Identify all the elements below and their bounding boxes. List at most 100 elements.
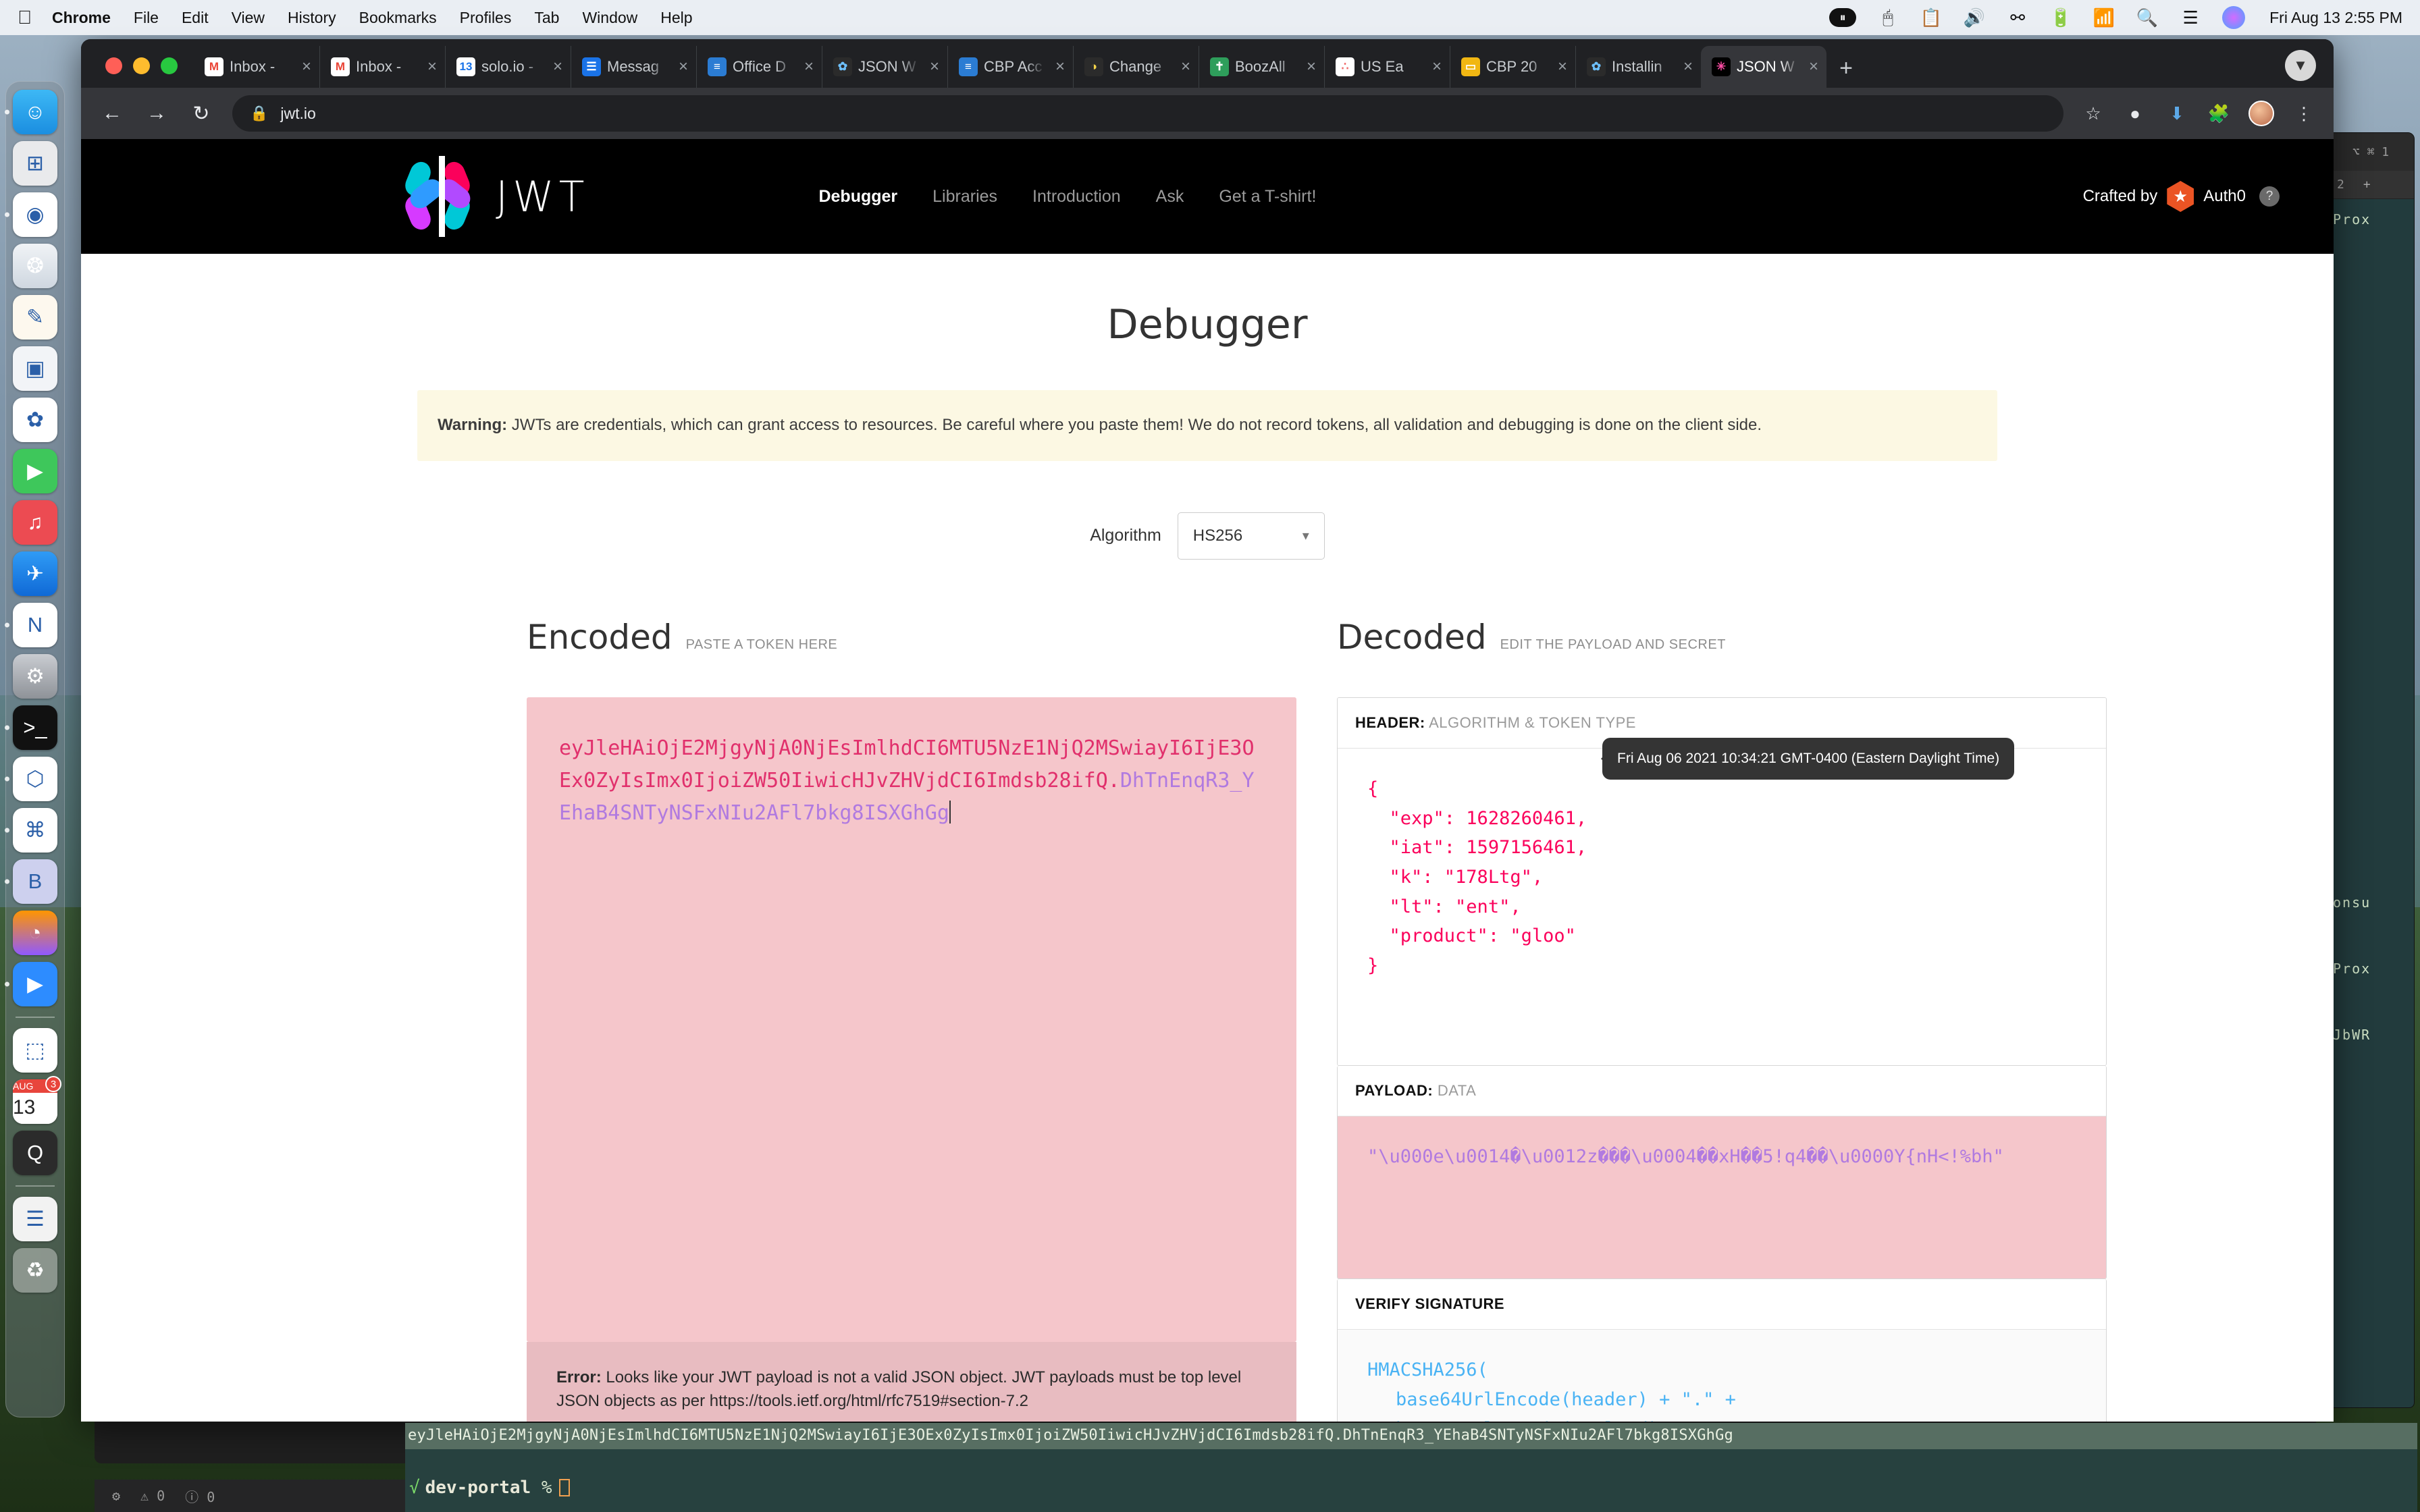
browser-tab[interactable]: ≡ Office D × — [696, 46, 822, 88]
screen-recording-icon[interactable]: ⏸ — [1829, 8, 1857, 27]
close-tab-icon[interactable]: × — [1177, 57, 1194, 76]
window-traffic-lights[interactable] — [97, 57, 194, 88]
menubar-status-items[interactable]: ⏸ 🖱 📋 🔊 ⚯ 🔋 📶 🔍 ☰ Fri Aug 13 2:55 PM — [1829, 6, 2402, 29]
close-tab-icon[interactable]: × — [1805, 57, 1822, 76]
dock-item-terminal[interactable]: >_ — [5, 705, 57, 750]
menubar-item-edit[interactable]: Edit — [182, 9, 209, 27]
status-info[interactable]: ⓘ 0 — [185, 1486, 215, 1506]
forward-button[interactable]: → — [143, 102, 170, 125]
search-icon[interactable]: 🔍 — [2136, 6, 2159, 29]
back-button[interactable]: ← — [99, 102, 126, 125]
dock-item-zoom[interactable]: ▶ — [5, 962, 57, 1006]
status-gear-icon[interactable]: ⚙ — [112, 1488, 120, 1504]
dock-item-firefox[interactable]: ◔ — [13, 911, 57, 955]
menubar-item-view[interactable]: View — [232, 9, 265, 27]
dock-item-trash[interactable]: ♻ — [13, 1248, 57, 1293]
menubar-clock[interactable]: Fri Aug 13 2:55 PM — [2269, 9, 2402, 27]
menubar-item-history[interactable]: History — [288, 9, 336, 27]
reload-button[interactable]: ↻ — [188, 102, 215, 126]
dock-item-vscode[interactable]: ⬡ — [5, 757, 57, 801]
encoded-token-input[interactable]: eyJleHAiOjE2MjgyNjA0NjEsImlhdCI6MTU5NzE1… — [527, 697, 1296, 1342]
site-nav-debugger[interactable]: Debugger — [818, 187, 897, 207]
site-nav[interactable]: Debugger Libraries Introduction Ask Get a T-… — [818, 187, 1316, 207]
mouse-alert-icon[interactable]: 🖱 — [1876, 6, 1899, 29]
zoom-window-button[interactable] — [161, 57, 178, 74]
kebab-menu-icon[interactable]: ⋮ — [2292, 103, 2316, 124]
browser-tab[interactable]: ✝ BoozAll × — [1199, 46, 1324, 88]
dock-item-preview[interactable]: ⬚ — [13, 1028, 57, 1073]
dock-item-chrome[interactable]: ◉ — [5, 192, 57, 237]
dock-item-calendar[interactable]: AUG 13 3 — [13, 1076, 61, 1124]
close-window-button[interactable] — [105, 57, 122, 74]
foreground-terminal[interactable]: eyJleHAiOjE2MjgyNjA0NjEsImlhdCI6MTU5NzE1… — [405, 1423, 2417, 1512]
dock-item-facetime[interactable]: ▶ — [13, 449, 57, 493]
close-tab-icon[interactable]: × — [423, 57, 441, 76]
dock-item-documents-stack[interactable]: ☰ — [13, 1197, 57, 1241]
apple-logo-icon[interactable]:  — [18, 8, 32, 27]
browser-tab-active[interactable]: ✳ JSON W × — [1701, 46, 1826, 88]
battery-charging-icon[interactable]: 🔋 — [2049, 6, 2072, 29]
dock-item-photos[interactable]: ✿ — [13, 398, 57, 442]
menubar-item-window[interactable]: Window — [582, 9, 637, 27]
background-terminal-tabs[interactable]: 2 + — [2327, 171, 2414, 199]
status-warnings[interactable]: ⚠ 0 — [140, 1488, 165, 1504]
crafted-by[interactable]: Crafted by ★ Auth0 ? — [2083, 181, 2307, 212]
close-tab-icon[interactable]: × — [1303, 57, 1320, 76]
browser-tab[interactable]: ◑ Change × — [1073, 46, 1199, 88]
tab-search-button[interactable]: ▼ — [2285, 50, 2316, 81]
close-tab-icon[interactable]: × — [1051, 57, 1069, 76]
browser-tab[interactable]: ✿ Installin × — [1575, 46, 1701, 88]
decoded-payload-text[interactable]: "\u000e\u0014�\u0012z���\u0004��xH��5!q4… — [1338, 1116, 2106, 1279]
menubar-item-chrome[interactable]: Chrome — [52, 9, 111, 27]
background-terminal-new-tab[interactable]: + — [2354, 178, 2380, 192]
algorithm-select[interactable]: HS256 ▾ — [1177, 512, 1325, 560]
dock-item-onenote[interactable]: N — [5, 603, 57, 647]
browser-tab[interactable]: ✿ JSON W × — [822, 46, 947, 88]
dock-item-notes[interactable]: ✎ — [13, 295, 57, 340]
browser-tab[interactable]: ▭ CBP 20 × — [1450, 46, 1575, 88]
browser-tab[interactable]: ∴ US Ea × — [1324, 46, 1450, 88]
close-tab-icon[interactable]: × — [298, 57, 315, 76]
menubar-item-file[interactable]: File — [134, 9, 159, 27]
dock-item-slack[interactable]: ⌘ — [5, 808, 57, 853]
dock-item-launchpad[interactable]: ⊞ — [13, 141, 57, 186]
toolbar-right-icons[interactable]: ☆ ● ⬇ 🧩 ⋮ — [2081, 101, 2316, 126]
background-terminal-window[interactable]: ⌥ ⌘ 1 2 + Prox onsu Prox JbWR — [2327, 132, 2415, 1408]
browser-tab[interactable]: ≡ CBP Acc × — [947, 46, 1073, 88]
browser-tab[interactable]: 13 solo.io - × — [445, 46, 571, 88]
download-icon[interactable]: ⬇ — [2165, 103, 2189, 124]
dock-item-safari[interactable]: ❂ — [13, 244, 57, 288]
wifi-icon[interactable]: 📶 — [2093, 6, 2115, 29]
star-icon[interactable]: ☆ — [2081, 103, 2105, 124]
control-center-icon[interactable]: ☰ — [2179, 6, 2202, 29]
menubar-item-help[interactable]: Help — [660, 9, 692, 27]
bluetooth-icon[interactable]: ⚯ — [2006, 6, 2029, 29]
site-nav-get-a-t-shirt[interactable]: Get a T-shirt! — [1219, 187, 1316, 207]
chrome-tab-strip[interactable]: M Inbox - × M Inbox - × 13 solo.io - × ☰ Messag × ≡ O… — [81, 39, 2334, 88]
macos-dock[interactable]: ☺ ⊞ ◉ ❂ ✎ ▣ ✿ ▶ ♫ ✈ N ⚙ >_ ⬡ ⌘ B ◔ ▶ ⬚ AUG 13 3 Q ☰ ♻ — [5, 81, 65, 1418]
algorithm-row[interactable]: Algorithm HS256 ▾ — [81, 512, 2334, 560]
menubar-item-tab[interactable]: Tab — [534, 9, 559, 27]
macos-menu-bar[interactable]:  Chrome File Edit View History Bookmarks Prof… — [0, 0, 2420, 35]
close-tab-icon[interactable]: × — [675, 57, 692, 76]
dock-item-system-preferences[interactable]: ⚙ — [13, 654, 57, 699]
volume-icon[interactable]: 🔊 — [1963, 6, 1986, 29]
chrome-toolbar[interactable]: ← → ↻ 🔒 jwt.io ☆ ● ⬇ 🧩 ⋮ — [81, 88, 2334, 139]
terminal-prompt[interactable]: √ dev-portal % — [405, 1449, 2417, 1498]
close-tab-icon[interactable]: × — [1428, 57, 1446, 76]
chrome-window[interactable]: M Inbox - × M Inbox - × 13 solo.io - × ☰ Messag × ≡ O… — [81, 39, 2334, 1422]
dock-item-bluejeans[interactable]: B — [5, 859, 57, 904]
profile-circle-icon[interactable]: ● — [2123, 103, 2147, 124]
address-bar[interactable]: 🔒 jwt.io — [232, 95, 2063, 132]
decoded-header-json[interactable]: { "exp": 1628260461, "iat": 1597156461, … — [1338, 737, 2106, 1066]
close-tab-icon[interactable]: × — [1679, 57, 1697, 76]
menubar-item-bookmarks[interactable]: Bookmarks — [359, 9, 437, 27]
site-nav-introduction[interactable]: Introduction — [1032, 187, 1121, 207]
dock-item-app-store[interactable]: ✈ — [13, 551, 57, 596]
close-tab-icon[interactable]: × — [1554, 57, 1571, 76]
minimize-window-button[interactable] — [133, 57, 150, 74]
siri-icon[interactable] — [2222, 6, 2246, 29]
dock-item-music[interactable]: ♫ — [13, 500, 57, 545]
extensions-icon[interactable]: 🧩 — [2207, 103, 2231, 124]
address-bar-value[interactable]: jwt.io — [280, 105, 315, 123]
